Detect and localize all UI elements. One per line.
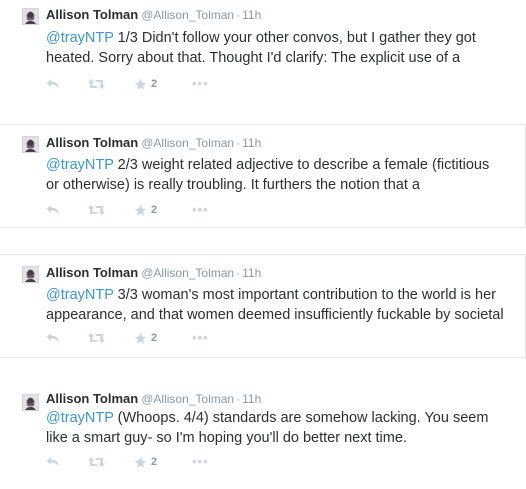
favorite-star-icon: [134, 332, 147, 344]
more-options-icon: •••: [192, 76, 209, 91]
tweet-text-line: appearance, and that women deemed insuff…: [46, 307, 504, 323]
tweet-header: Allison Tolman @Allison_Tolman · 11h: [46, 7, 261, 23]
tweet-actions: 2 •••: [46, 454, 266, 470]
tweet-timestamp[interactable]: 11h: [242, 8, 261, 22]
reply-button[interactable]: [46, 202, 60, 218]
retweet-button[interactable]: [88, 76, 105, 92]
mention-link[interactable]: @trayNTP: [46, 157, 114, 173]
tweet-timestamp[interactable]: 11h: [242, 136, 261, 150]
tweet-text-segment: 3/3 woman's most important contribution …: [113, 287, 497, 303]
tweet-actions: 2 •••: [46, 202, 266, 218]
tweet-text-segment: 2/3 weight related adjective to describe…: [113, 157, 490, 173]
tweet-timestamp[interactable]: 11h: [242, 392, 261, 406]
tweet-text: @trayNTP (Whoops. 4/4) standards are som…: [46, 408, 516, 448]
author-name[interactable]: Allison Tolman: [46, 265, 138, 280]
tweet-text-line: @trayNTP (Whoops. 4/4) standards are som…: [46, 408, 516, 428]
tweet-text-line: or otherwise) is really troubling. It fu…: [46, 177, 420, 193]
tweet-text-line: heated. Sorry about that. Thought I'd cl…: [46, 50, 461, 66]
author-handle[interactable]: @Allison_Tolman: [141, 136, 234, 150]
favorite-button[interactable]: 2: [134, 202, 157, 218]
retweet-icon: [88, 457, 105, 467]
tweet[interactable]: Allison Tolman @Allison_Tolman · 11h @trayN…: [0, 124, 526, 228]
separator-dot: ·: [236, 136, 241, 150]
reply-icon: [46, 333, 59, 343]
retweet-button[interactable]: [88, 454, 105, 470]
separator-dot: ·: [236, 266, 241, 280]
more-options-icon: •••: [192, 202, 209, 217]
reply-button[interactable]: [46, 454, 60, 470]
tweet-actions: 2 •••: [46, 330, 266, 346]
favorite-count: 2: [151, 78, 158, 90]
favorite-count: 2: [151, 332, 158, 344]
tweet[interactable]: Allison Tolman @Allison_Tolman · 11h @trayN…: [0, 0, 526, 110]
tweet-text: @trayNTP 2/3 weight related adjective to…: [46, 155, 516, 195]
mention-link[interactable]: @trayNTP: [46, 410, 114, 426]
tweet-actions: 2 •••: [46, 76, 266, 92]
tweet-text: @trayNTP 3/3 woman's most important cont…: [46, 285, 516, 325]
author-name[interactable]: Allison Tolman: [46, 135, 138, 150]
author-name[interactable]: Allison Tolman: [46, 391, 138, 406]
mention-link[interactable]: @trayNTP: [46, 30, 114, 46]
author-handle[interactable]: @Allison_Tolman: [141, 266, 234, 280]
favorite-button[interactable]: 2: [134, 76, 157, 92]
reply-button[interactable]: [46, 330, 60, 346]
reply-icon: [46, 205, 59, 215]
retweet-icon: [88, 333, 105, 343]
retweet-button[interactable]: [88, 330, 105, 346]
avatar[interactable]: [22, 136, 39, 153]
tweet-text-line: @trayNTP 1/3 Didn't follow your other co…: [46, 28, 516, 48]
tweet-text-line: like a smart guy- so I'm hoping you'll d…: [46, 430, 407, 446]
author-handle[interactable]: @Allison_Tolman: [141, 8, 234, 22]
tweet[interactable]: Allison Tolman @Allison_Tolman · 11h @trayN…: [0, 382, 526, 489]
favorite-star-icon: [134, 456, 147, 468]
more-options-icon: •••: [192, 454, 209, 469]
more-options-button[interactable]: •••: [192, 454, 209, 470]
retweet-icon: [88, 205, 105, 215]
reply-button[interactable]: [46, 76, 60, 92]
author-name[interactable]: Allison Tolman: [46, 7, 138, 22]
favorite-star-icon: [134, 204, 147, 216]
more-options-button[interactable]: •••: [192, 76, 209, 92]
tweet-text-line: @trayNTP 3/3 woman's most important cont…: [46, 285, 516, 305]
more-options-button[interactable]: •••: [192, 202, 209, 218]
avatar[interactable]: [22, 266, 39, 283]
favorite-count: 2: [151, 204, 158, 216]
reply-icon: [46, 79, 59, 89]
tweet-timestamp[interactable]: 11h: [242, 266, 261, 280]
more-options-icon: •••: [192, 330, 209, 345]
tweet-header: Allison Tolman @Allison_Tolman · 11h: [46, 265, 261, 281]
favorite-button[interactable]: 2: [134, 330, 157, 346]
separator-dot: ·: [236, 392, 241, 406]
mention-link[interactable]: @trayNTP: [46, 287, 114, 303]
avatar[interactable]: [22, 394, 39, 411]
tweet[interactable]: Allison Tolman @Allison_Tolman · 11h @trayN…: [0, 254, 526, 358]
tweet-text: @trayNTP 1/3 Didn't follow your other co…: [46, 28, 516, 68]
more-options-button[interactable]: •••: [192, 330, 209, 346]
tweet-text-segment: 1/3 Didn't follow your other convos, but…: [113, 30, 476, 46]
author-handle[interactable]: @Allison_Tolman: [141, 392, 234, 406]
retweet-button[interactable]: [88, 202, 105, 218]
separator-dot: ·: [236, 8, 241, 22]
favorite-star-icon: [134, 78, 147, 90]
tweet-header: Allison Tolman @Allison_Tolman · 11h: [46, 391, 261, 407]
favorite-button[interactable]: 2: [134, 454, 157, 470]
tweet-text-segment: (Whoops. 4/4) standards are somehow lack…: [113, 410, 489, 426]
reply-icon: [46, 457, 59, 467]
tweet-header: Allison Tolman @Allison_Tolman · 11h: [46, 135, 261, 151]
favorite-count: 2: [151, 456, 158, 468]
retweet-icon: [88, 79, 105, 89]
tweet-text-line: @trayNTP 2/3 weight related adjective to…: [46, 155, 516, 175]
avatar[interactable]: [22, 8, 39, 25]
